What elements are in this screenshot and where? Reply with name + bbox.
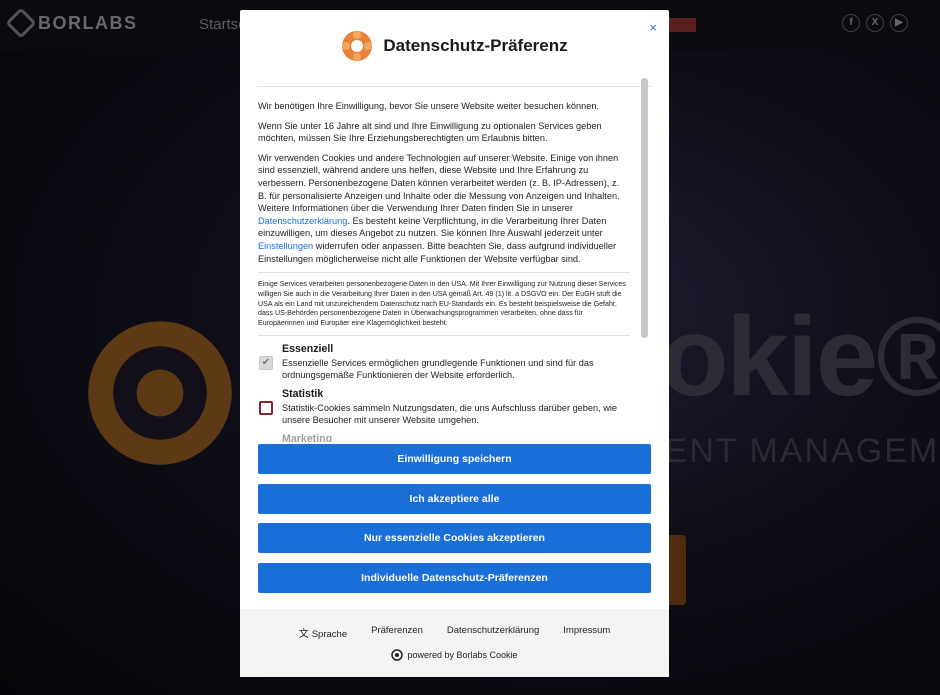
statistics-checkbox[interactable] bbox=[259, 400, 273, 415]
accept-all-button[interactable]: Ich akzeptiere alle bbox=[258, 483, 651, 514]
category-title: Marketing bbox=[282, 433, 333, 442]
category-marketing: Marketing bbox=[258, 433, 630, 442]
age-notice: Wenn Sie unter 16 Jahre alt sind und Ihr… bbox=[258, 120, 602, 144]
dialog-footer: 文 Sprache Präferenzen Datenschutzerklärun… bbox=[240, 609, 669, 677]
privacy-policy-footer-link[interactable]: Datenschutzerklärung bbox=[447, 625, 539, 640]
save-consent-button[interactable]: Einwilligung speichern bbox=[258, 444, 651, 474]
cookie-consent-dialog: × Datenschutz-Präferenz Wir benötigen Ih… bbox=[240, 10, 669, 677]
imprint-link[interactable]: Impressum bbox=[563, 625, 610, 640]
dialog-title: Datenschutz-Präferenz bbox=[383, 36, 568, 55]
settings-link[interactable]: Einstellungen bbox=[258, 241, 313, 251]
language-link[interactable]: 文 Sprache bbox=[299, 625, 347, 640]
translate-icon: 文 bbox=[298, 629, 309, 640]
borlabs-small-logo-icon bbox=[391, 649, 404, 661]
intro-text: Wir benötigen Ihre Einwilligung, bevor S… bbox=[258, 101, 599, 111]
preferences-link[interactable]: Präferenzen bbox=[371, 625, 423, 640]
accept-essential-button[interactable]: Nur essenzielle Cookies akzeptieren bbox=[258, 523, 651, 553]
language-label: Sprache bbox=[311, 629, 348, 640]
powered-by-text: powered by Borlabs Cookie bbox=[407, 650, 518, 660]
powered-by[interactable]: powered by Borlabs Cookie bbox=[240, 649, 669, 661]
action-buttons: Einwilligung speichern Ich akzeptiere al… bbox=[258, 444, 651, 602]
consent-scroll-area[interactable]: Wir benötigen Ihre Einwilligung, bevor S… bbox=[257, 86, 652, 442]
individual-preferences-button[interactable]: Individuelle Datenschutz-Präferenzen bbox=[258, 562, 651, 593]
cookie-description: Wir verwenden Cookies und andere Technol… bbox=[258, 152, 630, 265]
divider bbox=[258, 334, 630, 336]
divider bbox=[258, 272, 630, 274]
category-description: Essenzielle Services ermöglichen grundle… bbox=[282, 357, 594, 381]
dialog-header: Datenschutz-Präferenz bbox=[240, 30, 669, 62]
borlabs-cookie-logo-icon bbox=[342, 31, 373, 61]
usa-notice: Einige Services verarbeiten personenbezo… bbox=[258, 280, 626, 327]
category-title: Essenziell bbox=[282, 342, 334, 355]
privacy-policy-link[interactable]: Datenschutzerklärung bbox=[258, 216, 347, 226]
scrollbar[interactable] bbox=[641, 78, 648, 338]
category-title: Statistik bbox=[282, 387, 324, 400]
category-statistics: Statistik Statistik-Cookies sammeln Nutz… bbox=[258, 388, 630, 427]
essential-checkbox[interactable]: ✔ bbox=[259, 355, 273, 370]
footer-links: 文 Sprache Präferenzen Datenschutzerklärun… bbox=[240, 625, 669, 640]
category-description: Statistik-Cookies sammeln Nutzungsdaten,… bbox=[282, 402, 618, 426]
category-essential: ✔ Essenziell Essenzielle Services ermögl… bbox=[258, 343, 630, 382]
cookie-description-part-1: Wir verwenden Cookies und andere Technol… bbox=[258, 152, 620, 214]
